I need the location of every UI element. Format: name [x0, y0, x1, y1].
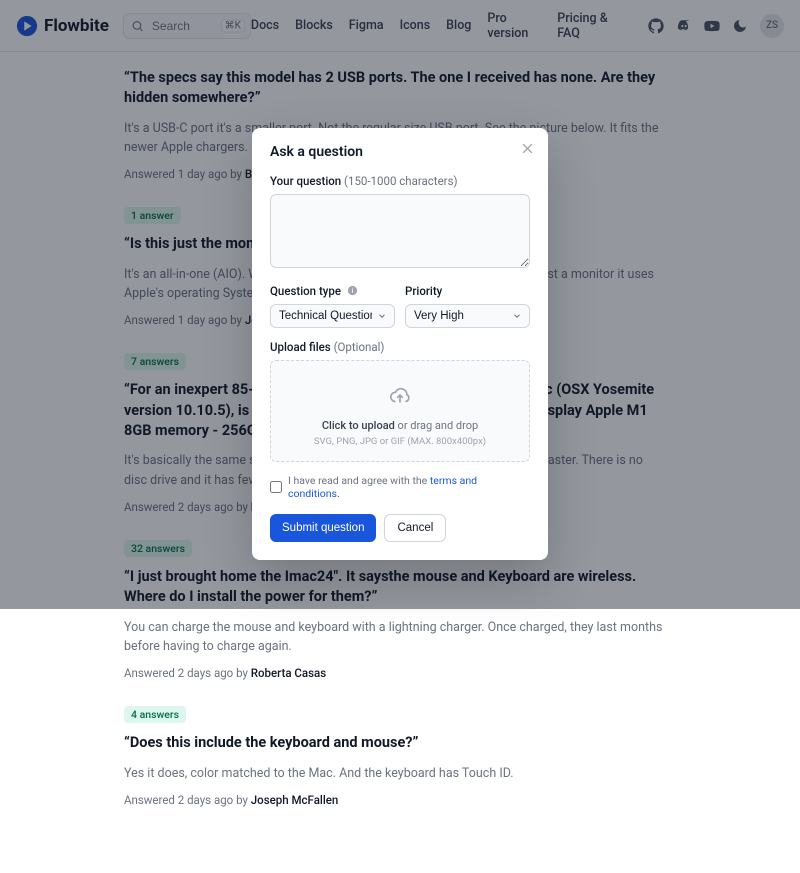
priority-select[interactable]: Very High	[405, 304, 530, 328]
cancel-button[interactable]: Cancel	[384, 514, 446, 542]
answer-badge: 4 answers	[124, 706, 186, 723]
author-link[interactable]: Roberta Casas	[251, 666, 326, 680]
file-dropzone[interactable]: Click to upload or drag and drop SVG, PN…	[270, 360, 530, 462]
terms-checkbox[interactable]	[270, 481, 282, 493]
info-icon[interactable]	[347, 285, 358, 296]
type-priority-row: Question type Technical Question Priorit…	[270, 284, 530, 328]
dropzone-subtext: SVG, PNG, JPG or GIF (MAX. 800x400px)	[281, 436, 519, 447]
upload-label: Upload files (Optional)	[270, 340, 530, 354]
question-type-select[interactable]: Technical Question	[270, 304, 395, 328]
question-label: Your question (150-1000 characters)	[270, 174, 530, 188]
question-body: You can charge the mouse and keyboard wi…	[124, 618, 664, 657]
question-meta: Answered 2 days ago by Joseph McFallen	[124, 793, 664, 807]
question-meta: Answered 2 days ago by Roberta Casas	[124, 666, 664, 680]
modal-actions: Submit question Cancel	[270, 514, 530, 542]
terms-row: I have read and agree with the terms and…	[270, 474, 530, 500]
priority-label: Priority	[405, 284, 530, 298]
type-label: Question type	[270, 284, 395, 298]
close-icon[interactable]	[521, 142, 534, 155]
dropzone-text: Click to upload or drag and drop	[281, 419, 519, 432]
submit-button[interactable]: Submit question	[270, 514, 376, 542]
question-body: Yes it does, color matched to the Mac. A…	[124, 764, 664, 783]
question-textarea[interactable]	[270, 194, 530, 268]
modal-title: Ask a question	[270, 144, 530, 160]
question-title[interactable]: “Does this include the keyboard and mous…	[124, 733, 664, 753]
upload-cloud-icon	[387, 385, 413, 407]
terms-text: I have read and agree with the terms and…	[288, 474, 530, 500]
qa-item: 4 answers “Does this include the keyboar…	[124, 706, 664, 807]
modal-overlay[interactable]: Ask a question Your question (150-1000 c…	[0, 0, 800, 609]
ask-question-modal: Ask a question Your question (150-1000 c…	[252, 128, 548, 560]
author-link[interactable]: Joseph McFallen	[251, 793, 339, 807]
